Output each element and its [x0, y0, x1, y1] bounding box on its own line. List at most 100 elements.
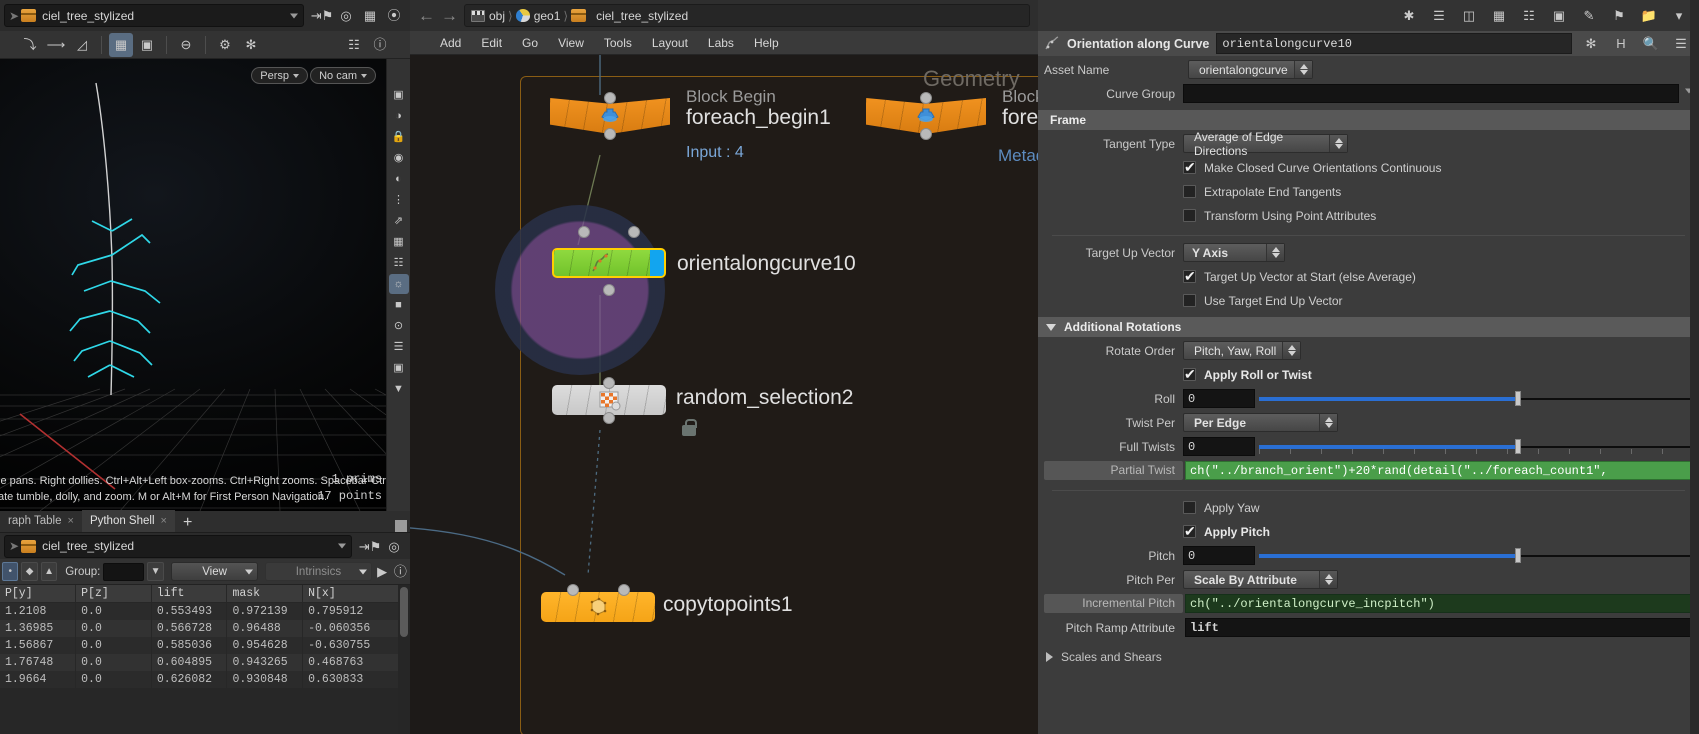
parameter-body[interactable]: Asset Name orientalongcurve Curve Group … — [1038, 56, 1699, 734]
twist-per-dropdown[interactable]: Per Edge — [1183, 413, 1338, 432]
slider-handle[interactable] — [1515, 548, 1522, 563]
spreadsheet-scrollbar[interactable] — [398, 585, 410, 734]
menu-edit[interactable]: Edit — [471, 36, 512, 50]
node-name-field[interactable]: orientalongcurve10 — [1216, 33, 1572, 54]
node-body[interactable] — [541, 592, 655, 622]
scale-tool-icon[interactable]: ◿ — [70, 33, 94, 57]
tab-graph-table[interactable]: raph Table × — [0, 510, 82, 532]
normals-icon[interactable]: ⇗ — [389, 211, 409, 231]
search-icon[interactable]: 🔍 — [1639, 32, 1663, 56]
forward-arrow-icon[interactable]: → — [441, 6, 458, 26]
spinner-icon[interactable] — [1294, 61, 1312, 78]
breadcrumb-item-ciel-tree[interactable]: ciel_tree_stylized — [571, 9, 688, 23]
node-input-port[interactable] — [920, 92, 932, 104]
spinner-icon[interactable] — [1329, 135, 1347, 152]
geometry-spreadsheet[interactable]: P[y] P[z] lift mask N[x] 1.2108 0.0 0.553493 0.… — [0, 585, 410, 734]
lock-icon[interactable]: 🔒 — [389, 127, 409, 147]
menu-labs[interactable]: Labs — [698, 36, 744, 50]
node-output-port[interactable] — [603, 284, 615, 296]
tab-python-shell[interactable]: Python Shell × — [81, 510, 175, 532]
snapshot-icon[interactable]: ▣ — [1547, 4, 1571, 28]
pin-icon[interactable]: ⇥⚑ — [310, 4, 334, 28]
color-palette-icon[interactable]: ▦ — [1487, 4, 1511, 28]
grid-icon[interactable]: ☷ — [1517, 4, 1541, 28]
asset-name-dropdown[interactable]: orientalongcurve — [1188, 60, 1313, 79]
node-input-port[interactable] — [604, 92, 616, 104]
node-output-port[interactable] — [920, 128, 932, 140]
menu-view[interactable]: View — [548, 36, 594, 50]
checkbox-extrapolate[interactable] — [1183, 185, 1196, 198]
add-tab-button[interactable]: + — [175, 514, 200, 532]
node-input-port-0[interactable] — [578, 226, 590, 238]
menu-add[interactable]: Add — [430, 36, 471, 50]
snapshot-icon[interactable]: ▣ — [135, 33, 159, 57]
frame-selected-icon[interactable]: ⊙ — [389, 316, 409, 336]
roll-slider[interactable] — [1259, 389, 1693, 408]
points-icon[interactable]: ⋮ — [389, 190, 409, 210]
gear-icon[interactable]: ✻ — [1579, 32, 1603, 56]
node-random-selection2[interactable]: random_selection2 — [552, 377, 853, 436]
light-icon[interactable]: ☼ — [388, 274, 409, 294]
scroll-down-icon[interactable]: ▼ — [389, 379, 409, 399]
menu-layout[interactable]: Layout — [642, 36, 698, 50]
folder-icon[interactable]: 📁 — [1637, 4, 1661, 28]
table-row[interactable]: 1.9664 0.0 0.626082 0.930848 0.630833 — [0, 670, 410, 688]
uv-icon[interactable]: ▦ — [389, 232, 409, 252]
background-icon[interactable]: ■ — [389, 295, 409, 315]
layers-icon[interactable]: ◫ — [1457, 4, 1481, 28]
checkbox-apply-pitch[interactable] — [1183, 522, 1196, 540]
close-icon[interactable]: × — [68, 515, 74, 527]
shading-icon[interactable]: ◉ — [389, 148, 409, 168]
checkbox-up-at-start[interactable] — [1183, 267, 1196, 285]
filter-icon[interactable]: ▼ — [147, 562, 164, 581]
group-input[interactable] — [103, 562, 145, 581]
target-icon[interactable]: ◎ — [382, 534, 406, 558]
table-row[interactable]: 1.2108 0.0 0.553493 0.972139 0.795912 — [0, 602, 410, 620]
tangent-type-dropdown[interactable]: Average of Edge Directions — [1183, 130, 1348, 158]
scrollbar-thumb[interactable] — [400, 587, 408, 637]
spinner-icon[interactable] — [1319, 414, 1337, 431]
houdini-h-icon[interactable]: H — [1609, 32, 1633, 56]
scales-and-shears-header[interactable]: Scales and Shears — [1038, 647, 1699, 667]
node-display-flag[interactable] — [650, 250, 664, 276]
handles-icon[interactable]: ⚙ — [213, 33, 237, 57]
target-up-dropdown[interactable]: Y Axis — [1183, 243, 1285, 262]
rotate-order-dropdown[interactable]: Pitch, Yaw, Roll — [1183, 341, 1301, 360]
breadcrumb[interactable]: obj ⟩ geo1 ⟩ ciel_tree_stylized — [464, 4, 1030, 27]
node-body[interactable] — [552, 385, 666, 415]
camera-icon[interactable]: ▣ — [389, 358, 409, 378]
no-entry-icon[interactable]: ⊖ — [174, 33, 198, 57]
slider-handle[interactable] — [1515, 439, 1522, 454]
node-input-port[interactable] — [603, 377, 615, 389]
maximize-pane-icon[interactable] — [395, 520, 407, 532]
select-tool-icon[interactable]: ⤵ — [18, 33, 42, 57]
grid-toggle-icon[interactable]: ☷ — [389, 253, 409, 273]
chevron-down-icon[interactable] — [338, 543, 346, 549]
curve-group-input[interactable] — [1183, 84, 1679, 103]
material-sphere-icon[interactable]: ⦿ — [382, 4, 406, 28]
column-header[interactable]: N[x] — [302, 585, 410, 603]
viewport-path-field[interactable]: ➤ ciel_tree_stylized — [4, 4, 304, 27]
layers-icon[interactable]: ☰ — [389, 337, 409, 357]
checkbox-apply-yaw[interactable] — [1183, 501, 1196, 514]
checkbox-transform-point-attrs[interactable] — [1183, 209, 1196, 222]
spinner-icon[interactable] — [1319, 571, 1337, 588]
node-output-port[interactable] — [604, 128, 616, 140]
breadcrumb-item-geo1[interactable]: geo1 — [515, 9, 560, 23]
breadcrumb-item-obj[interactable]: obj — [471, 9, 505, 23]
play-icon[interactable]: ▶ — [375, 563, 390, 581]
checkbox-apply-roll-twist[interactable] — [1183, 365, 1196, 383]
viewport-3d[interactable]: Persp No cam le pans. Right dollies. Ctr… — [0, 59, 386, 511]
menu-help[interactable]: Help — [744, 36, 789, 50]
list-tree-icon[interactable]: ☰ — [1427, 4, 1451, 28]
column-header[interactable]: P[z] — [75, 585, 152, 603]
help-icon[interactable]: ⓘ — [368, 33, 392, 57]
display-mode-icon[interactable]: ▣ — [389, 85, 409, 105]
pin-icon[interactable]: ⇥⚑ — [358, 534, 382, 558]
view-dropdown[interactable]: View — [170, 562, 259, 581]
node-input-port-0[interactable] — [567, 584, 579, 596]
menu-go[interactable]: Go — [512, 36, 548, 50]
pitch-slider[interactable] — [1259, 546, 1693, 565]
full-twists-slider[interactable] — [1259, 437, 1693, 456]
spreadsheet-path-field[interactable]: ➤ ciel_tree_stylized — [4, 534, 352, 558]
